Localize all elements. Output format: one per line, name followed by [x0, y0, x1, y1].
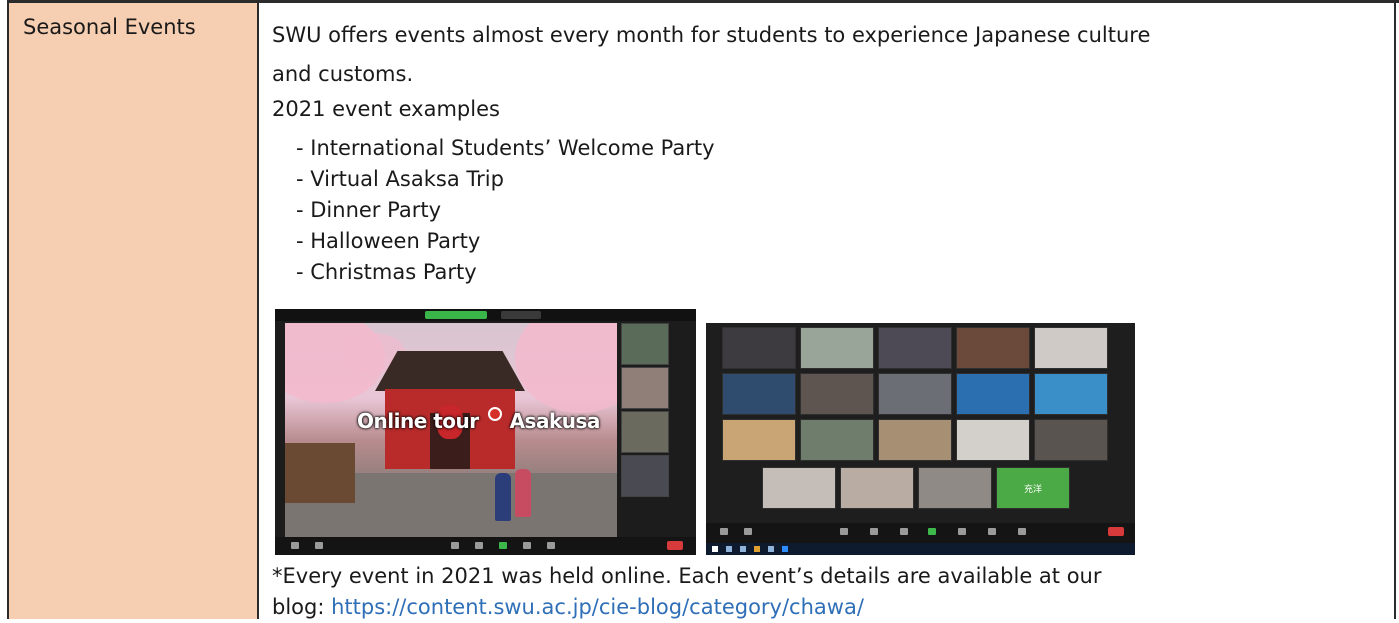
participant-tile — [1034, 373, 1108, 415]
participant-tile — [878, 419, 952, 461]
participants-icon — [451, 542, 459, 549]
online-party-photo: 充洋 — [706, 309, 1135, 555]
mic-icon — [291, 542, 299, 549]
participant-strip — [621, 323, 671, 537]
participant-tile — [621, 323, 669, 365]
intro-text: SWU offers events almost every month for… — [272, 16, 1392, 94]
participants-icon — [870, 528, 878, 535]
record-icon — [958, 528, 966, 535]
participant-tile — [800, 327, 874, 369]
end-button — [667, 541, 683, 550]
mic-icon — [720, 528, 728, 535]
list-item: Christmas Party — [296, 257, 715, 288]
zoom-app-icon — [782, 546, 788, 552]
meeting-controls — [706, 523, 1135, 543]
share-screen-icon — [499, 542, 507, 549]
tour-caption-text: Online tour — [357, 409, 479, 433]
participant-tile — [1034, 419, 1108, 461]
participant-tile — [956, 373, 1030, 415]
meeting-top-bar — [275, 309, 696, 321]
participant-name-tile: 充洋 — [996, 467, 1070, 509]
search-icon — [726, 546, 732, 552]
footnote-line-1: *Every event in 2021 was held online. Ea… — [272, 564, 1102, 588]
location-pin-icon — [488, 407, 502, 421]
record-icon — [523, 542, 531, 549]
end-button — [1108, 527, 1124, 536]
event-list: International Students’ Welcome Party Vi… — [296, 133, 715, 288]
label-cell: Seasonal Events — [7, 0, 259, 619]
participant-grid: 充洋 — [722, 327, 1122, 523]
participant-tile — [621, 411, 669, 453]
recording-pill — [425, 311, 487, 319]
meeting-controls — [275, 537, 696, 555]
blog-link[interactable]: https://content.swu.ac.jp/cie-blog/categ… — [331, 595, 864, 619]
participant-tile — [722, 327, 796, 369]
start-icon — [712, 546, 718, 552]
participant-tile — [621, 367, 669, 409]
reactions-icon — [547, 542, 555, 549]
reactions-icon — [1018, 528, 1026, 535]
participant-tile — [918, 467, 992, 509]
list-item: Virtual Asaksa Trip — [296, 164, 715, 195]
participant-name-text: 充洋 — [1023, 484, 1042, 495]
examples-title: 2021 event examples — [272, 97, 500, 121]
chat-icon — [475, 542, 483, 549]
intro-line-2: and customs. — [272, 62, 414, 86]
footnote: *Every event in 2021 was held online. Ea… — [272, 561, 1392, 623]
participant-tile — [956, 327, 1030, 369]
participant-tile — [878, 373, 952, 415]
participant-tile — [722, 419, 796, 461]
participant-tile — [840, 467, 914, 509]
camera-icon — [744, 528, 752, 535]
folder-icon — [768, 546, 774, 552]
participant-tile — [956, 419, 1030, 461]
browser-icon — [754, 546, 760, 552]
security-icon — [840, 528, 848, 535]
participant-tile — [722, 373, 796, 415]
list-item: Dinner Party — [296, 195, 715, 226]
participant-tile — [878, 327, 952, 369]
taskview-icon — [740, 546, 746, 552]
apps-icon — [988, 528, 996, 535]
list-item: Halloween Party — [296, 226, 715, 257]
online-tour-photo: Online tour Asakusa — [275, 309, 696, 555]
participant-tile — [762, 467, 836, 509]
participant-tile — [1034, 327, 1108, 369]
participant-tile — [800, 373, 874, 415]
row-label: Seasonal Events — [23, 15, 196, 39]
os-taskbar — [706, 543, 1135, 555]
list-item: International Students’ Welcome Party — [296, 133, 714, 164]
share-screen-icon — [928, 528, 936, 535]
table-right-border — [1394, 0, 1396, 619]
tour-place-text: Asakusa — [509, 409, 601, 433]
participant-tile — [621, 455, 669, 497]
content-cell: SWU offers events almost every month for… — [259, 0, 1399, 619]
participant-tile — [800, 419, 874, 461]
tour-caption: Online tour Asakusa — [357, 409, 600, 433]
temple-roof — [375, 351, 525, 391]
shared-screen: Online tour Asakusa — [285, 323, 617, 537]
window-title-bar — [706, 309, 1135, 323]
camera-icon — [315, 542, 323, 549]
chat-icon — [900, 528, 908, 535]
footnote-prefix: blog: — [272, 595, 332, 619]
view-pill — [501, 311, 541, 319]
intro-line-1: SWU offers events almost every month for… — [272, 23, 1151, 47]
